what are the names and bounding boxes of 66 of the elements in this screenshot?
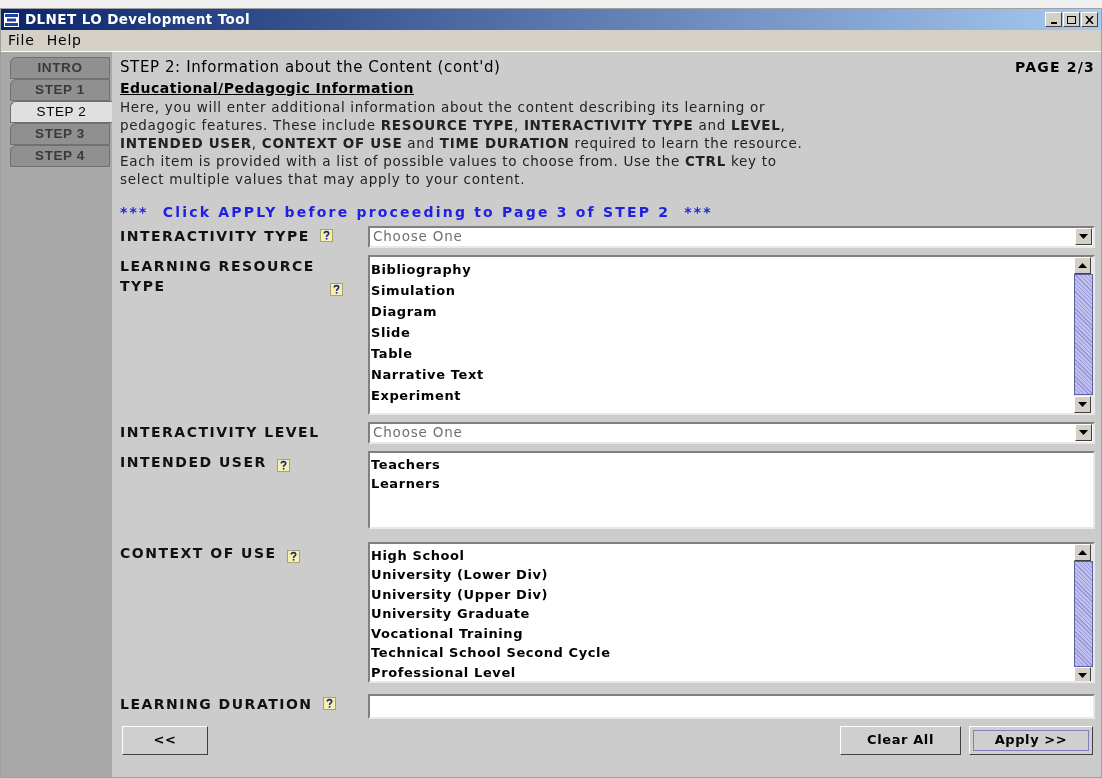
apply-notice: *** Click APPLY before proceeding to Page 3 of STEP 2 *** (120, 202, 713, 222)
close-icon (1085, 15, 1094, 24)
list-item[interactable]: Bibliography (371, 258, 1074, 280)
list-item[interactable]: Narrative Text (371, 363, 1074, 385)
section-heading: Educational/Pedagogic Information (120, 78, 414, 98)
field-label: LEARNING DURATION (120, 694, 313, 714)
field-label: INTERACTIVITY LEVEL (120, 422, 320, 442)
field-label: CONTEXT OF USE (120, 543, 277, 563)
maximize-button[interactable] (1063, 12, 1080, 27)
input-field[interactable] (368, 693, 1095, 719)
list-item[interactable]: Professional Level (371, 662, 1074, 681)
scroll-down-icon[interactable] (1074, 395, 1091, 413)
help-icon[interactable] (286, 549, 300, 563)
help-icon[interactable] (276, 458, 290, 472)
scroll-thumb[interactable] (1074, 560, 1093, 668)
menu-item[interactable]: Help (46, 30, 82, 51)
list-item[interactable]: Learners (371, 474, 1093, 494)
close-button[interactable] (1081, 12, 1098, 27)
window-title: DLNET LO Development Tool (25, 10, 251, 30)
scroll-thumb[interactable] (1074, 273, 1093, 396)
tab[interactable]: STEP 1 (10, 79, 110, 101)
list-item[interactable]: Teachers (371, 454, 1093, 474)
dropdown-placeholder: Choose One (373, 227, 464, 247)
list-item[interactable]: Table (371, 342, 1074, 364)
field-label: INTERACTIVITY TYPE (120, 226, 310, 246)
minimize-button[interactable] (1045, 12, 1062, 27)
field-label: LEARNING RESOURCE TYPE (120, 256, 316, 296)
clear-all-button[interactable]: Clear All (840, 725, 961, 755)
list-item[interactable]: Technical School Second Cycle (371, 643, 1074, 663)
help-icon[interactable] (330, 282, 343, 296)
back-button[interactable]: << (122, 725, 208, 755)
tab[interactable]: INTRO (10, 57, 110, 79)
list-item[interactable]: Experiment (371, 384, 1074, 406)
scroll-up-icon[interactable] (1074, 256, 1091, 274)
tab[interactable]: STEP 3 (10, 123, 110, 145)
dropdown[interactable]: Choose One (368, 225, 1095, 248)
list-box[interactable]: Teachers Learners (368, 450, 1095, 529)
dropdown-placeholder: Choose One (373, 423, 464, 443)
list-item[interactable]: Slide (371, 321, 1074, 343)
minimize-icon (1050, 21, 1057, 24)
list-item[interactable]: University Graduate (371, 604, 1074, 624)
list-box[interactable]: Bibliography Simulation Diagram Slide Table Narrative Text Experiment (368, 254, 1095, 415)
menu-item[interactable]: File (8, 30, 35, 51)
apply-button[interactable]: Apply >> (969, 725, 1093, 755)
list-item[interactable]: Simulation (371, 279, 1074, 301)
scroll-down-icon[interactable] (1074, 667, 1091, 681)
list-item[interactable]: Diagram (371, 300, 1074, 322)
list-box[interactable]: High School University (Lower Div) University (Upper Div) University Graduate Vocational Training Technical School Second Cycle Professional Level (368, 541, 1095, 683)
help-icon[interactable] (322, 697, 336, 710)
list-item[interactable]: University (Upper Div) (371, 584, 1074, 604)
scrollbar[interactable] (1074, 256, 1093, 413)
scroll-up-icon[interactable] (1074, 543, 1091, 561)
tab[interactable]: STEP 2 (10, 101, 112, 123)
step-title: STEP 2: Information about the Content (cont'd) (120, 57, 502, 78)
list-item[interactable]: University (Lower Div) (371, 565, 1074, 585)
dropdown[interactable]: Choose One (368, 421, 1095, 444)
help-icon[interactable] (319, 229, 333, 242)
maximize-icon (1067, 15, 1076, 24)
list-item[interactable]: Vocational Training (371, 623, 1074, 643)
scrollbar[interactable] (1074, 543, 1093, 681)
app-logo-icon (4, 12, 19, 27)
list-item[interactable]: High School (371, 545, 1074, 565)
tab[interactable]: STEP 4 (10, 145, 110, 167)
field-label: INTENDED USER (120, 452, 267, 472)
description-text: Here, you will enter additional information about the content describing its learning or pedagogic features. These include RESOURCE TYPE, INTERACTIVITY TYPE and LEVEL, INTENDED USER, CONTEXT OF USE and TIME DURATION required to learn the resource. Each item is provided with a list of possible values to choose from. Use the CTRL key to select multiple values that may apply to your content. (120, 97, 804, 188)
page-indicator: PAGE 2/3 (1015, 58, 1095, 77)
